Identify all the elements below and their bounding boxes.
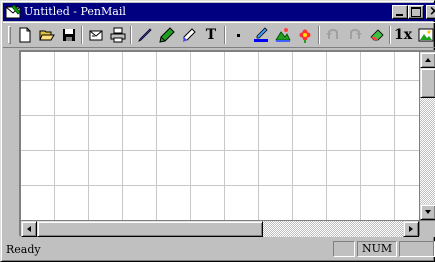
window-title: Untitled - PenMail: [24, 5, 126, 18]
horizontal-scroll-thumb[interactable]: [37, 221, 263, 237]
text-button[interactable]: T: [200, 25, 222, 46]
open-button[interactable]: [36, 25, 58, 46]
picture-icon: [275, 28, 291, 42]
status-text: Ready: [6, 243, 41, 256]
open-folder-icon: [39, 30, 55, 41]
status-pane-caps: [333, 241, 355, 257]
app-window: Untitled - PenMail × T 1x Ready NUM: [0, 0, 435, 262]
floppy-disk-icon: [63, 29, 75, 41]
save-button[interactable]: [58, 25, 80, 46]
scroll-left-button[interactable]: [21, 221, 37, 237]
mail-button[interactable]: [85, 25, 107, 46]
line-color-button[interactable]: [250, 25, 272, 46]
printer-icon: [110, 27, 126, 43]
close-button[interactable]: ×: [426, 4, 435, 19]
toolbar-separator: [389, 26, 391, 44]
dot-size-button[interactable]: [228, 25, 250, 46]
scroll-down-button[interactable]: [420, 204, 435, 220]
zoom-icon: 1x: [393, 27, 413, 43]
stamp-button[interactable]: [294, 25, 316, 46]
pencil-button[interactable]: [156, 25, 178, 46]
horizontal-scrollbar[interactable]: [21, 221, 419, 237]
toolbar-separator: [318, 26, 320, 44]
undo-button[interactable]: [322, 25, 344, 46]
pen-button[interactable]: [134, 25, 156, 46]
status-bar: Ready NUM: [3, 238, 435, 260]
title-bar[interactable]: Untitled - PenMail ×: [3, 3, 435, 21]
extra-button[interactable]: [415, 25, 435, 46]
close-icon: ×: [429, 4, 435, 19]
pen-icon: [138, 28, 152, 42]
zoom-button[interactable]: 1x: [392, 25, 414, 46]
toolbar-grip[interactable]: [8, 26, 11, 44]
marker-button[interactable]: [178, 25, 200, 46]
penmail-app-icon[interactable]: [5, 4, 21, 20]
drawing-canvas[interactable]: [21, 52, 419, 220]
picture-button[interactable]: [272, 25, 294, 46]
status-pane-num: NUM: [357, 241, 397, 257]
toolbar: T 1x: [3, 22, 435, 48]
toolbar-separator: [224, 26, 226, 44]
new-button[interactable]: [14, 25, 36, 46]
arrow-up-icon: [425, 58, 431, 62]
toolbar-separator: [130, 26, 132, 44]
arrow-left-icon: [27, 226, 31, 232]
redo-button[interactable]: [344, 25, 366, 46]
scrollbar-corner: [420, 221, 435, 237]
envelope-icon: [89, 30, 103, 41]
undo-icon: [326, 28, 338, 39]
pencil-icon: [159, 27, 175, 43]
minimize-button[interactable]: [392, 5, 408, 19]
eraser-icon: [370, 29, 384, 41]
line-color-icon: [254, 27, 268, 42]
canvas-grid: [21, 52, 419, 220]
status-pane-scroll: [399, 241, 435, 257]
arrow-down-icon: [425, 210, 431, 214]
print-button[interactable]: [107, 25, 129, 46]
text-icon: T: [205, 27, 217, 43]
dot-icon: [237, 34, 240, 37]
redo-icon: [350, 28, 362, 39]
new-document-icon: [19, 27, 31, 43]
vertical-scroll-thumb[interactable]: [420, 68, 435, 98]
image-icon: [418, 28, 434, 42]
toolbar-separator: [81, 26, 83, 44]
scroll-up-button[interactable]: [420, 52, 435, 68]
maximize-button[interactable]: [408, 5, 424, 19]
flower-stamp-icon: [299, 29, 311, 43]
arrow-right-icon: [409, 226, 413, 232]
vertical-scrollbar[interactable]: [420, 52, 435, 220]
scroll-right-button[interactable]: [403, 221, 419, 237]
marker-icon: [183, 28, 196, 42]
eraser-button[interactable]: [366, 25, 388, 46]
